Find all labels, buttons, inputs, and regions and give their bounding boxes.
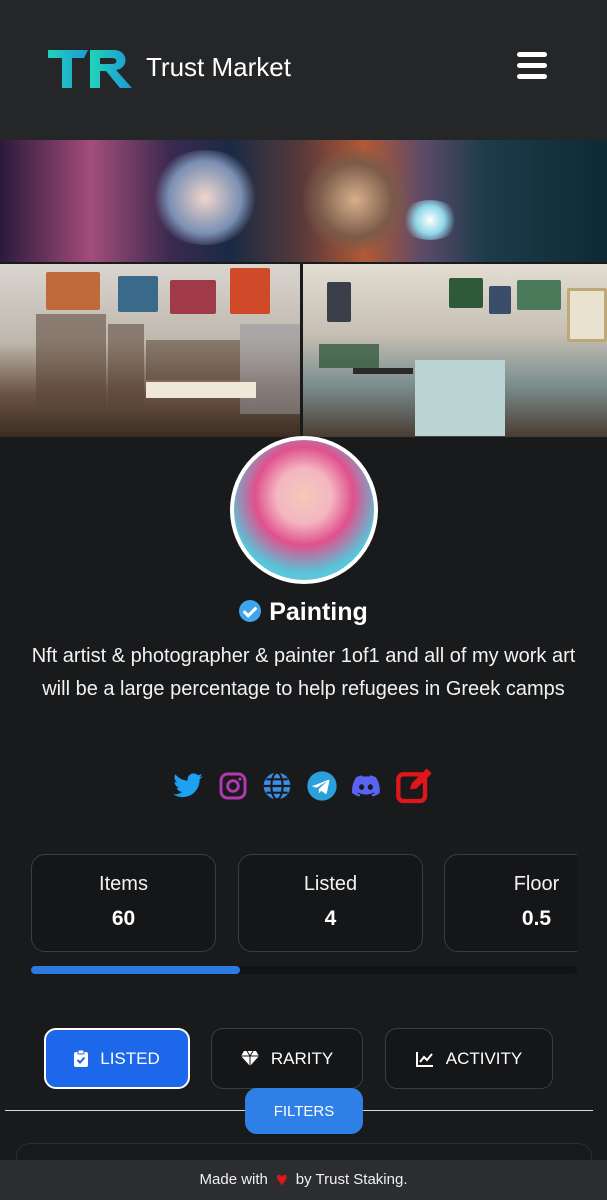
verified-badge-icon [239, 600, 262, 622]
tab-listed[interactable]: LISTED [44, 1028, 190, 1089]
telegram-icon[interactable] [306, 770, 338, 802]
avatar-image [234, 440, 374, 580]
filters-button[interactable]: FILTERS [245, 1088, 363, 1134]
instagram-icon[interactable] [217, 770, 249, 802]
stats-scrollbar-thumb[interactable] [31, 966, 240, 974]
profile-avatar [230, 436, 378, 584]
stat-label-listed: Listed [303, 873, 358, 895]
trust-market-logo[interactable] [48, 48, 134, 90]
globe-icon[interactable] [261, 770, 293, 802]
banner-painting-image [0, 140, 607, 262]
tab-listed-label: LISTED [100, 1048, 160, 1068]
tab-rarity[interactable]: RARITY [211, 1028, 363, 1089]
stat-value-floor: 0.5 [521, 907, 552, 930]
footer-suffix: by Trust Staking. [295, 1171, 408, 1188]
app-header: Trust Market [0, 0, 607, 140]
profile-bio: Nft artist & photographer & painter 1of1… [31, 645, 576, 700]
stat-card-listed: Listed 4 [238, 854, 423, 952]
banner-shop-image-right [303, 264, 607, 437]
heart-icon: ♥ [275, 1169, 288, 1191]
stat-card-items: Items 60 [31, 854, 216, 952]
stat-value-items: 60 [111, 907, 136, 930]
tab-activity[interactable]: ACTIVITY [385, 1028, 553, 1089]
stat-card-floor: Floor 0.5 [444, 854, 577, 952]
social-links [0, 766, 607, 806]
profile-name: Painting [269, 598, 368, 626]
diamond-icon [240, 1051, 259, 1066]
clipboard-check-icon [74, 1050, 89, 1067]
discord-icon[interactable] [350, 770, 382, 802]
twitter-icon[interactable] [172, 770, 204, 802]
stats-scrollbar[interactable] [31, 966, 577, 974]
hamburger-menu-icon[interactable] [512, 52, 552, 86]
tab-rarity-label: RARITY [270, 1048, 334, 1068]
tab-activity-label: ACTIVITY [445, 1048, 523, 1068]
stat-label-floor: Floor [513, 873, 560, 895]
profile-banner [0, 140, 607, 437]
stats-carousel[interactable]: Items 60 Listed 4 Floor 0.5 [31, 854, 577, 954]
line-chart-icon [415, 1051, 433, 1067]
app-title: Trust Market [146, 52, 291, 82]
stat-label-items: Items [99, 873, 148, 895]
footer-prefix: Made with [199, 1171, 268, 1188]
profile-name-row: Painting [0, 598, 607, 627]
footer: Made with ♥ by Trust Staking. [0, 1160, 607, 1200]
edit-icon[interactable] [395, 766, 435, 806]
stat-value-listed: 4 [324, 907, 337, 930]
banner-shop-image-left [0, 264, 300, 437]
